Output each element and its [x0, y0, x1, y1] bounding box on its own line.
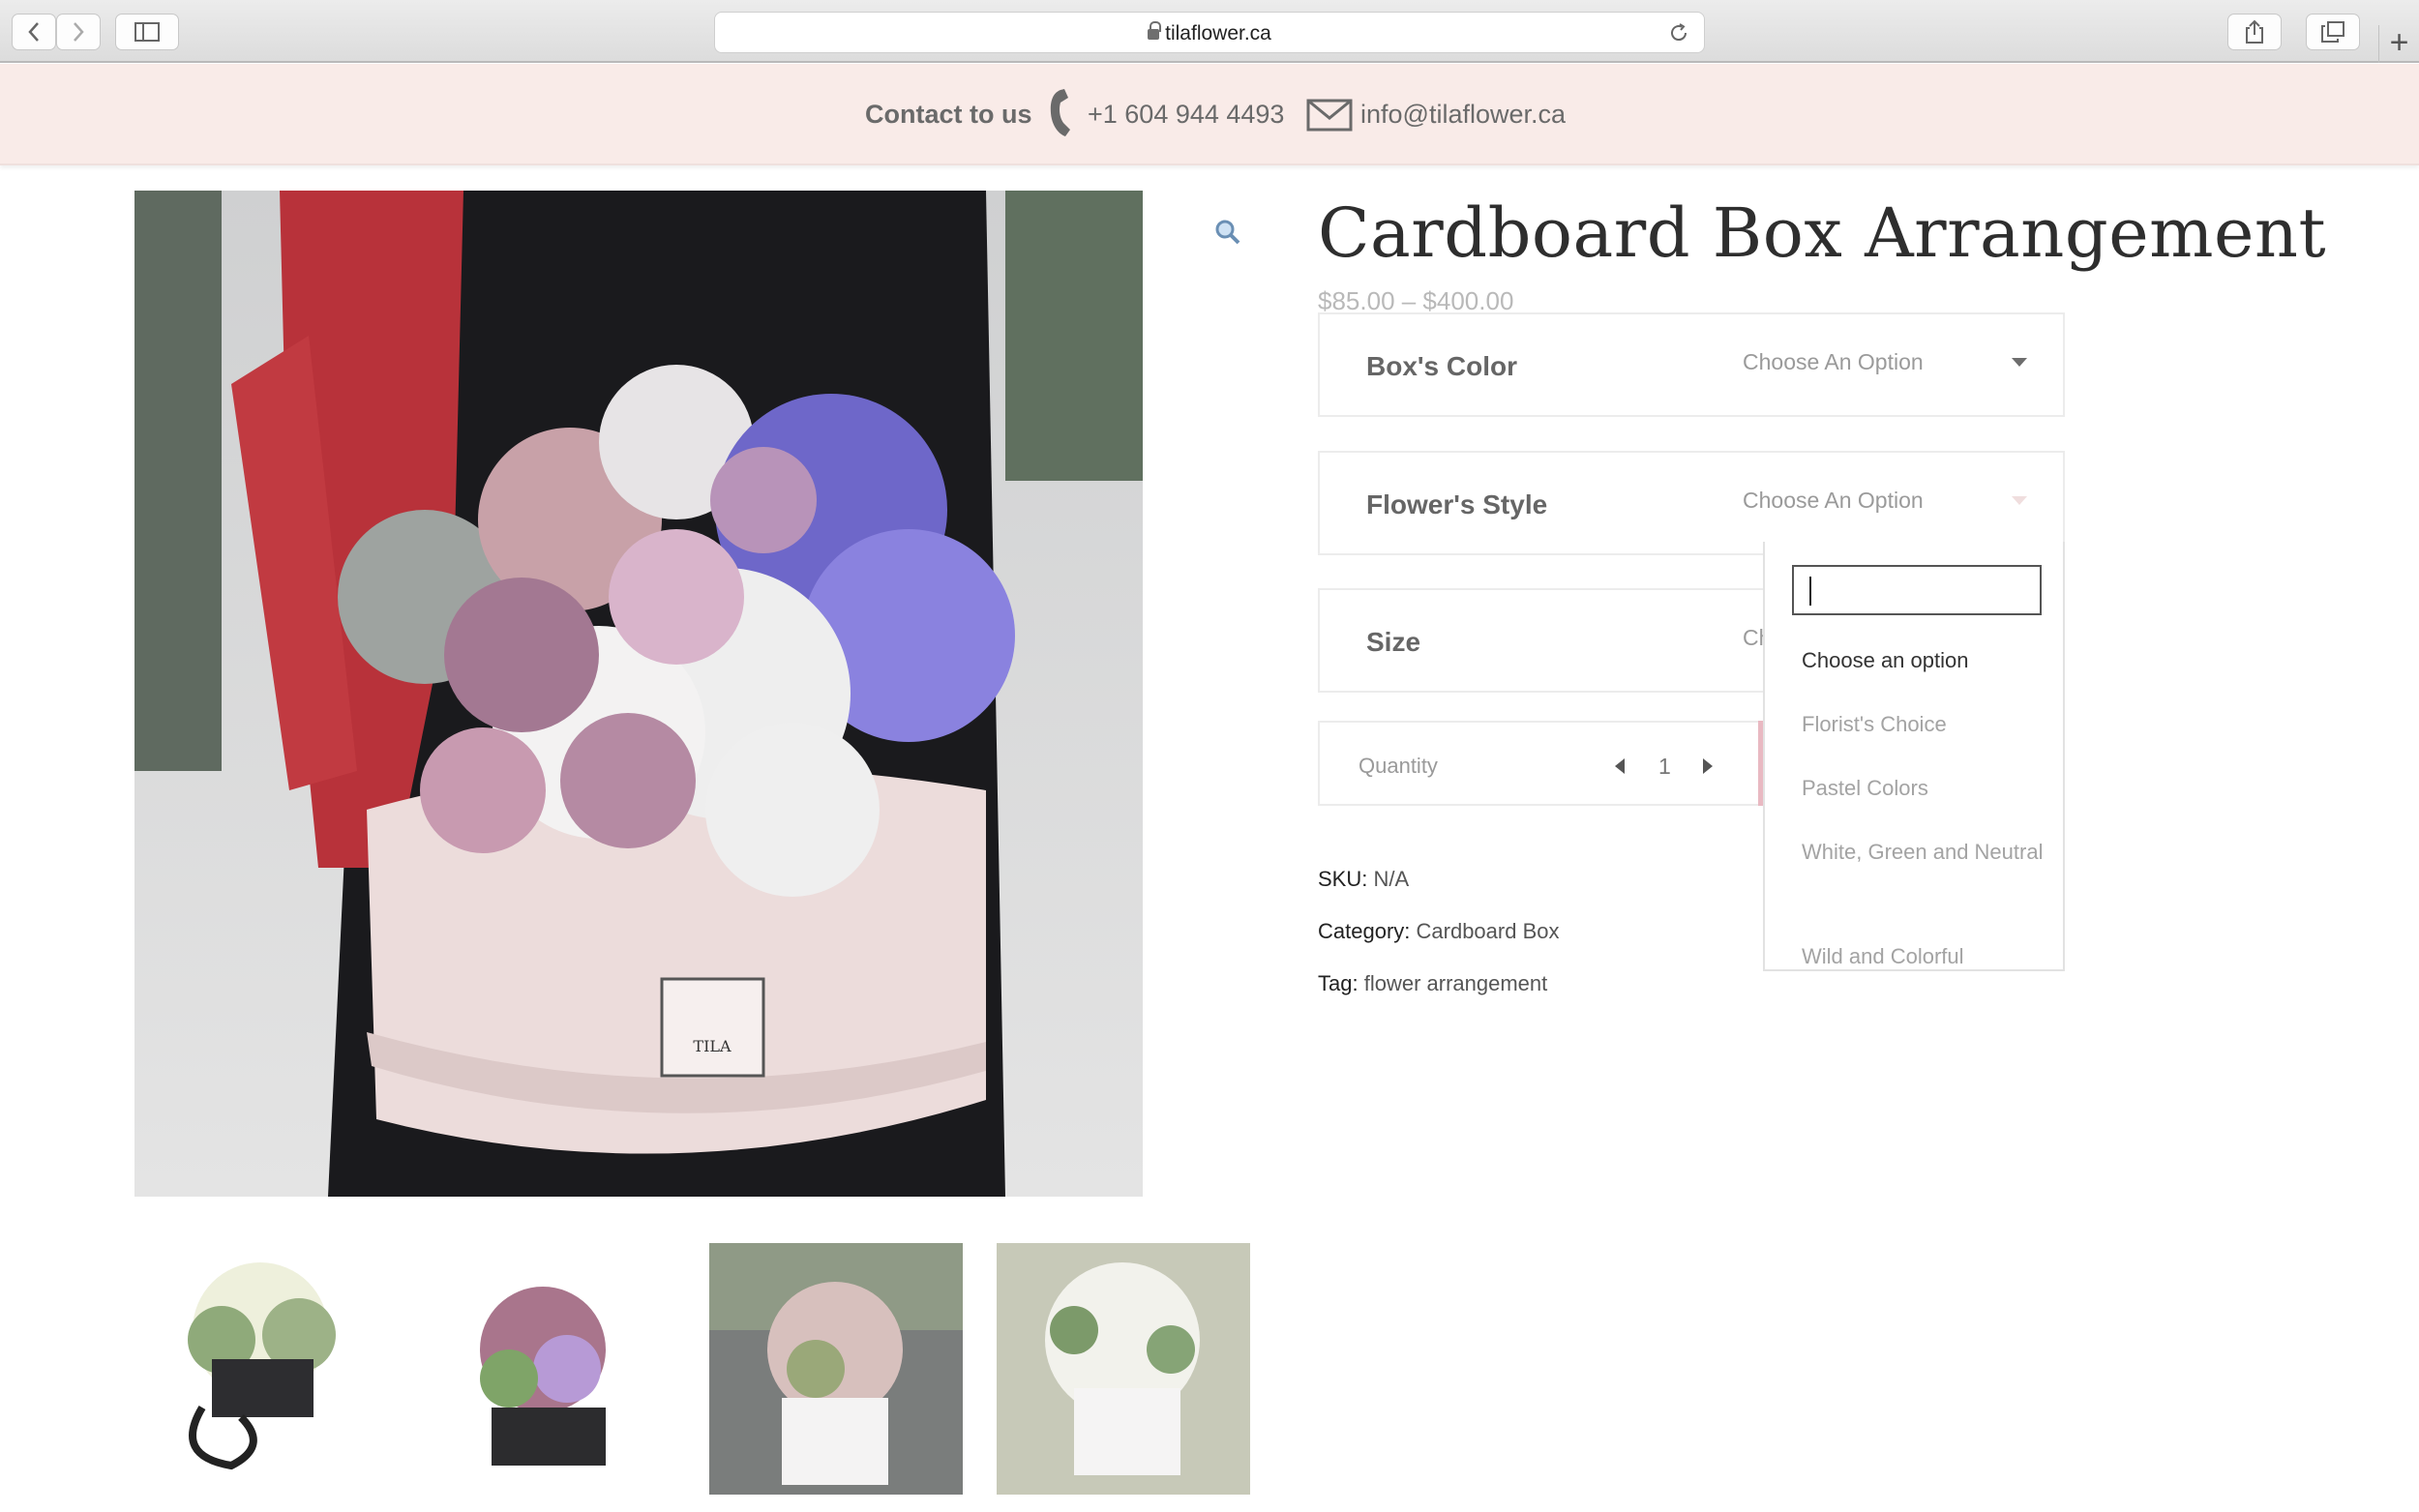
back-button[interactable]: [12, 14, 56, 50]
option-select[interactable]: Choose An Option: [1743, 349, 1924, 375]
flower-style-dropdown[interactable]: Choose an option Florist's Choice Pastel…: [1763, 542, 2065, 971]
email-link[interactable]: info@tilaflower.ca: [1360, 100, 1566, 130]
phone-link[interactable]: +1 604 944 4493: [1088, 100, 1284, 130]
browser-toolbar: tilaflower.ca +: [0, 0, 2419, 63]
lock-icon: [1148, 21, 1162, 40]
new-tab-button[interactable]: +: [2378, 25, 2419, 63]
decrement-icon[interactable]: [1615, 758, 1625, 774]
option-label: Size: [1366, 627, 1421, 657]
thumbnail-1[interactable]: [134, 1243, 388, 1495]
address-bar[interactable]: tilaflower.ca: [714, 12, 1705, 53]
dropdown-option[interactable]: Pastel Colors: [1802, 768, 2044, 809]
dropdown-option[interactable]: Wild and Colorful: [1802, 936, 2044, 969]
caret-down-icon[interactable]: [2012, 496, 2027, 505]
sku-label: SKU:: [1318, 867, 1368, 891]
increment-icon[interactable]: [1703, 758, 1713, 774]
caret-down-icon[interactable]: [2012, 358, 2027, 367]
phone-icon: [1048, 88, 1081, 143]
sidebar-icon: [134, 22, 160, 42]
thumbnail-4[interactable]: [997, 1243, 1250, 1495]
option-box-color[interactable]: Box's Color Choose An Option: [1318, 312, 2065, 417]
dropdown-option[interactable]: Florist's Choice: [1802, 704, 2044, 745]
sku-value: N/A: [1373, 867, 1410, 891]
share-icon: [2246, 19, 2263, 44]
product-main-image[interactable]: TILA: [134, 191, 1143, 1197]
product-sku: SKU: N/A: [1318, 867, 1409, 892]
dropdown-option[interactable]: Choose an option: [1802, 640, 2044, 681]
reload-icon[interactable]: [1667, 21, 1690, 49]
thumbnail-2[interactable]: [422, 1243, 675, 1495]
share-button[interactable]: [2227, 14, 2282, 50]
option-label: Flower's Style: [1366, 489, 1548, 519]
option-select[interactable]: Choose An Option: [1743, 488, 1924, 514]
svg-text:TILA: TILA: [693, 1037, 732, 1055]
tabs-button[interactable]: [2306, 14, 2360, 50]
dropdown-search-input[interactable]: [1792, 565, 2042, 615]
category-link[interactable]: Cardboard Box: [1417, 919, 1560, 943]
product-category: Category: Cardboard Box: [1318, 919, 1560, 944]
plus-icon: +: [2389, 24, 2409, 61]
option-label: Box's Color: [1366, 351, 1518, 381]
contact-bar: Contact to us +1 604 944 4493 info@tilaf…: [0, 64, 2419, 165]
dropdown-option[interactable]: White, Green and Neutral: [1802, 832, 2044, 873]
quantity-value[interactable]: 1: [1658, 754, 1671, 780]
contact-label: Contact to us: [865, 100, 1032, 129]
chevron-left-icon: [28, 22, 39, 42]
option-flower-style[interactable]: Flower's Style Choose An Option: [1318, 451, 2065, 555]
tag-label: Tag:: [1318, 971, 1359, 995]
product-title: Cardboard Box Arrangement: [1318, 193, 2327, 273]
mail-icon: [1306, 99, 1353, 136]
chevron-right-icon: [74, 22, 84, 42]
forward-button[interactable]: [56, 14, 101, 50]
category-label: Category:: [1318, 919, 1411, 943]
tabs-icon: [2321, 21, 2344, 43]
tag-link[interactable]: flower arrangement: [1364, 971, 1548, 995]
thumbnail-3[interactable]: [709, 1243, 963, 1495]
sidebar-button[interactable]: [115, 14, 179, 50]
product-tag: Tag: flower arrangement: [1318, 971, 1547, 996]
magnifier-icon[interactable]: [1214, 219, 1241, 251]
quantity-label: Quantity: [1359, 754, 1438, 778]
url-text: tilaflower.ca: [1165, 22, 1271, 44]
